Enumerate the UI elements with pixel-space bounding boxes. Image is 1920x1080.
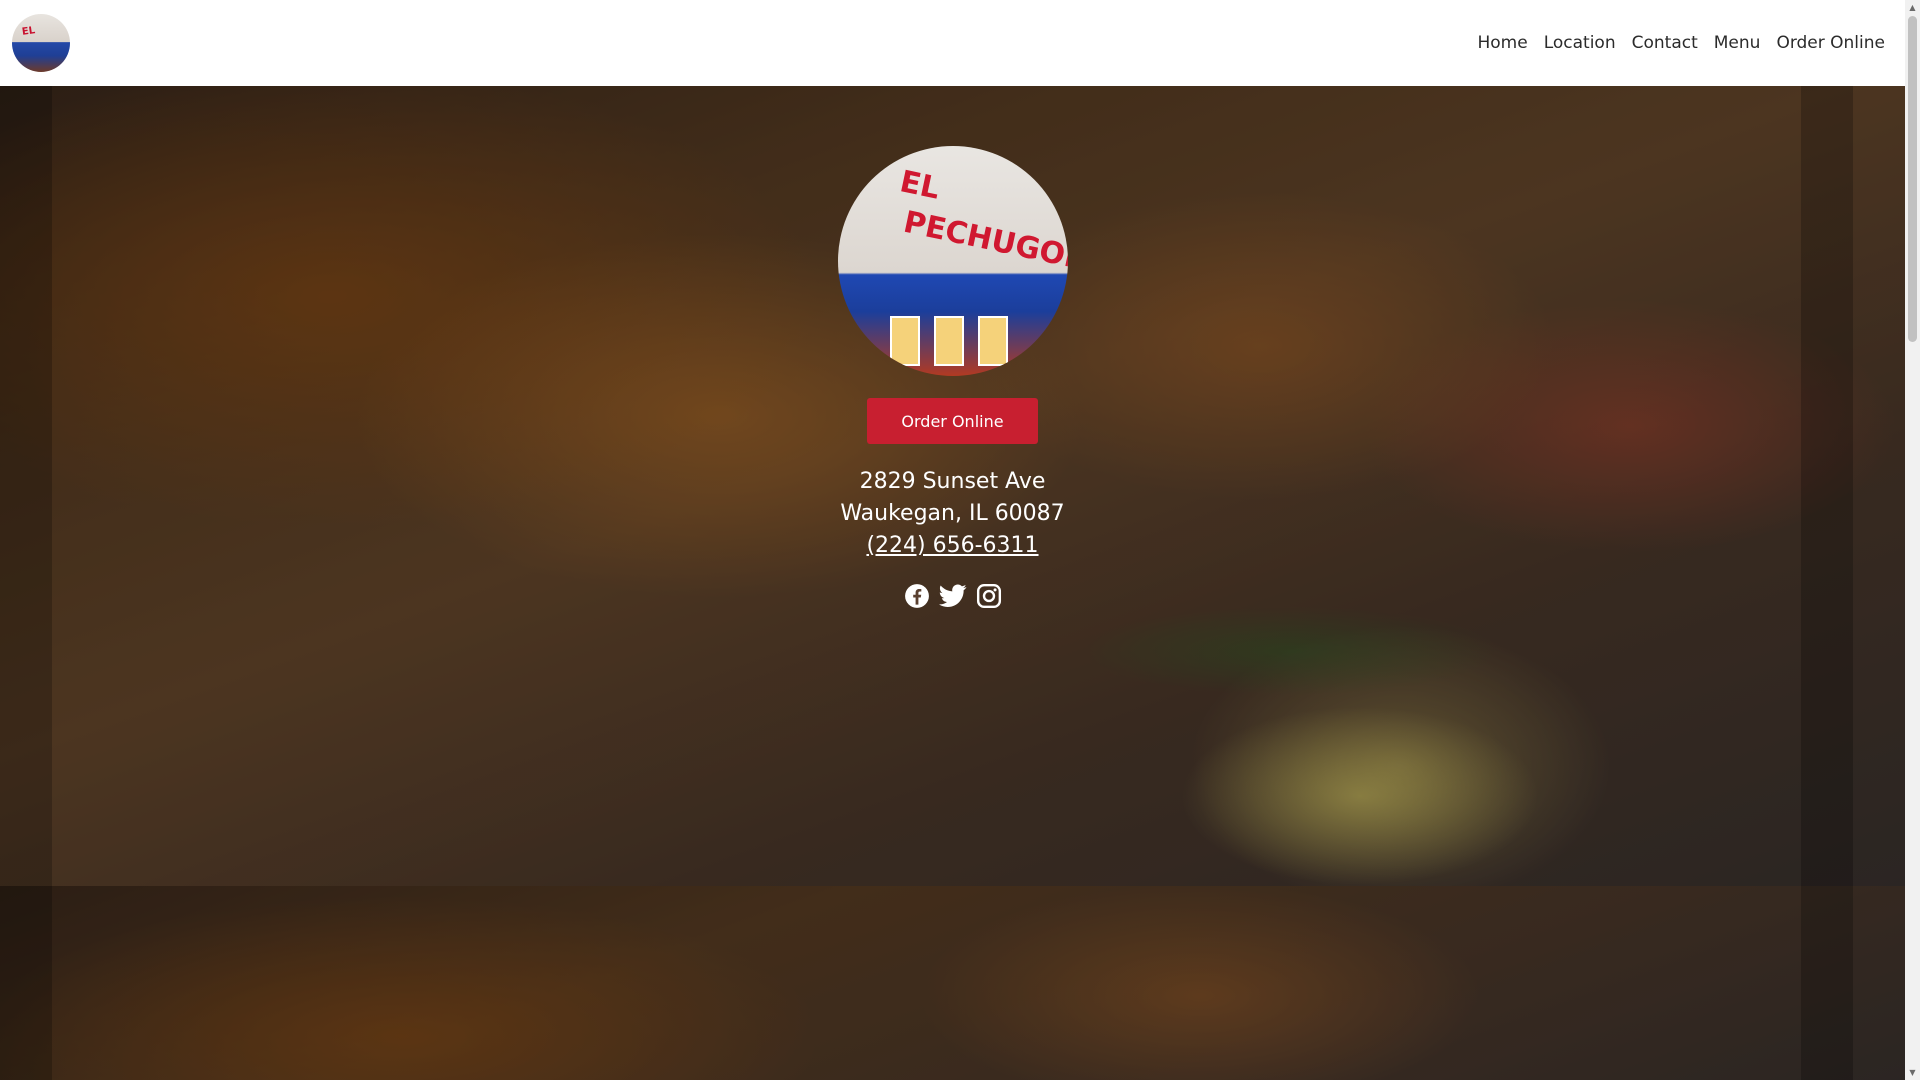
- hero-section: EL PECHUGON Order Online 2829 Sunset Ave…: [0, 86, 1905, 886]
- twitter-icon[interactable]: [938, 582, 967, 610]
- scrollbar-thumb[interactable]: [1908, 16, 1917, 342]
- logo-sign-el: EL: [896, 164, 943, 207]
- nav-link-location[interactable]: Location: [1544, 33, 1616, 53]
- page-scrollbar[interactable]: ▲ ▼: [1905, 0, 1920, 1080]
- rosemary-decoration: [1080, 606, 1500, 696]
- nav-link-contact[interactable]: Contact: [1632, 33, 1698, 53]
- storefront-window: [933, 316, 964, 366]
- section-side-panel-right: [1801, 886, 1853, 1080]
- storefront-window: [889, 316, 920, 366]
- address-city: Waukegan, IL 60087: [840, 501, 1065, 526]
- social-links: [903, 582, 1003, 610]
- background-section: [0, 886, 1905, 1080]
- nav-links: Home Location Contact Menu Order Online: [1478, 33, 1886, 53]
- navbar: EL Home Location Contact Menu Order Onli…: [0, 0, 1905, 86]
- section-side-panel-left: [0, 886, 52, 1080]
- phone-link[interactable]: (224) 656-6311: [866, 530, 1038, 562]
- site-logo-mark: EL: [21, 25, 36, 38]
- storefront-window: [977, 316, 1008, 366]
- scroll-down-arrow-icon[interactable]: ▼: [1905, 1065, 1920, 1080]
- restaurant-logo: EL PECHUGON: [837, 146, 1068, 376]
- nav-link-home[interactable]: Home: [1478, 33, 1528, 53]
- address-street: 2829 Sunset Ave: [859, 469, 1046, 494]
- site-logo[interactable]: EL: [12, 14, 70, 72]
- logo-sign-name: PECHUGON: [899, 204, 1068, 279]
- scroll-up-arrow-icon[interactable]: ▲: [1905, 0, 1920, 15]
- nav-link-menu[interactable]: Menu: [1714, 33, 1761, 53]
- order-online-button[interactable]: Order Online: [867, 398, 1038, 444]
- nav-link-order-online[interactable]: Order Online: [1776, 33, 1885, 53]
- lemon-decoration: [1180, 706, 1540, 886]
- instagram-icon[interactable]: [975, 582, 1003, 610]
- facebook-icon[interactable]: [903, 582, 931, 610]
- hero-content: EL PECHUGON Order Online 2829 Sunset Ave…: [0, 86, 1905, 610]
